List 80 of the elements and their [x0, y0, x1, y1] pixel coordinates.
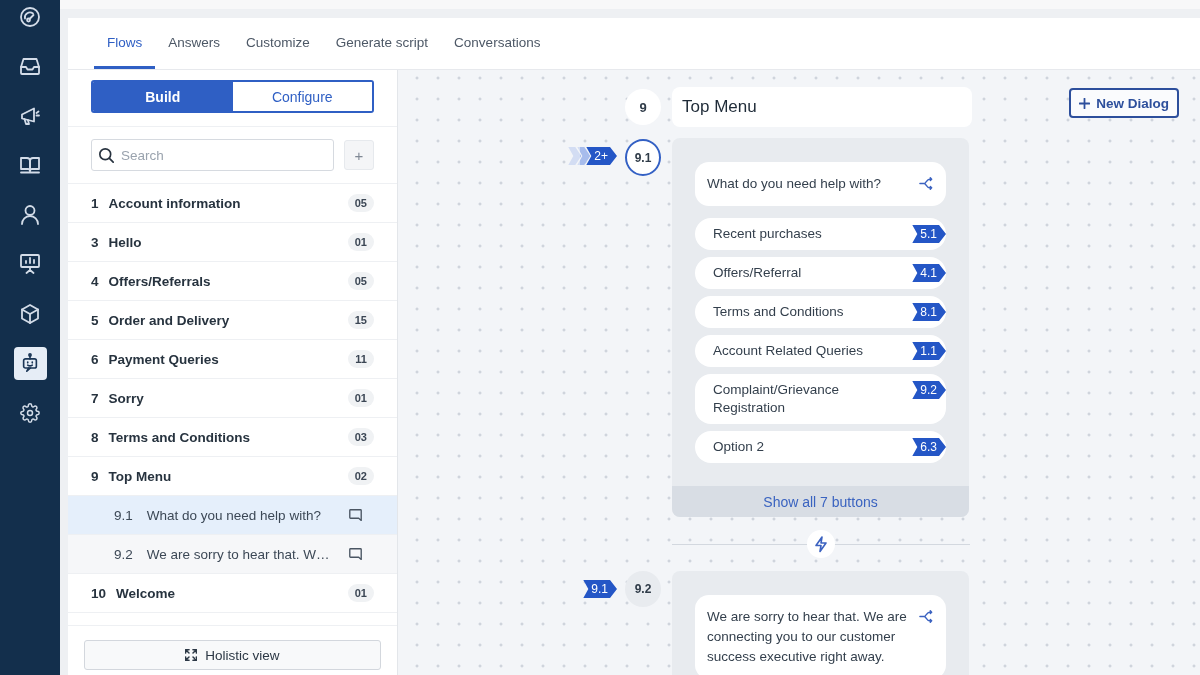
count-badge: 02 — [347, 467, 374, 485]
count-badge: 15 — [347, 311, 374, 329]
target-tag: 8.1 — [912, 303, 946, 321]
flow-name: We are sorry to hear that. W… — [146, 546, 331, 562]
flow-number: 7 — [91, 390, 99, 406]
flow-number: 9.1 — [114, 507, 133, 523]
count-badge: 11 — [348, 350, 374, 368]
target-tag: 4.1 — [912, 264, 946, 282]
reply-button[interactable]: Account Related Queries 1.1 — [695, 335, 946, 367]
flow-name: Account information — [108, 195, 242, 211]
flow-name: What do you need help with? — [146, 507, 322, 523]
target-tag: 1.1 — [912, 342, 946, 360]
gauge-icon — [20, 6, 40, 27]
count-badge: 03 — [347, 428, 374, 446]
search-icon — [99, 147, 114, 163]
reply-button[interactable]: Offers/Referral 4.1 — [695, 257, 946, 289]
incoming-tag: 2+ — [568, 147, 617, 165]
flow-number: 3 — [91, 234, 99, 250]
flow-number: 9.2 — [114, 546, 133, 562]
tab[interactable]: Conversations — [441, 18, 554, 69]
book-icon — [20, 155, 40, 175]
flow-number: 6 — [91, 351, 99, 367]
count-badge: 01 — [347, 389, 374, 407]
flow-name: Terms and Conditions — [108, 429, 252, 445]
node-number[interactable]: 9.2 — [625, 571, 661, 607]
flow-number: 4 — [91, 273, 99, 289]
flow-name: Welcome — [116, 585, 177, 601]
flow-number: 9 — [91, 468, 99, 484]
count-badge: 01 — [347, 233, 374, 251]
new-dialog-button[interactable]: New Dialog — [1069, 88, 1179, 118]
tab[interactable]: Customize — [233, 18, 323, 69]
count-badge: 05 — [347, 194, 374, 212]
target-tag: 6.3 — [912, 438, 946, 456]
node-number[interactable]: 9.1 — [625, 139, 661, 176]
flow-name: Order and Delivery — [108, 312, 231, 328]
inbox-icon — [20, 56, 40, 76]
segment-tab[interactable]: Build — [93, 82, 233, 111]
flow-name: Top Menu — [108, 468, 173, 484]
cube-icon — [20, 303, 40, 324]
flow-name: Sorry — [108, 390, 145, 406]
lightning-icon — [807, 530, 835, 558]
chat-icon — [349, 508, 362, 522]
flow-number: 1 — [91, 195, 99, 211]
megaphone-icon — [20, 105, 40, 126]
flow-number: 8 — [91, 429, 99, 445]
search-field[interactable]: Search — [91, 139, 334, 171]
message-text: We are sorry to hear that. We are connecting you to our customer success executive right away. — [707, 608, 908, 666]
message-text: What do you need help with? — [707, 175, 883, 193]
tab[interactable]: Answers — [155, 18, 234, 69]
holistic-view-button[interactable]: Holistic view — [84, 640, 381, 670]
count-badge: 01 — [347, 584, 374, 602]
flow-number: 5 — [91, 312, 99, 328]
flow-item[interactable]: 9.1 What do you need help with? — [68, 496, 397, 535]
incoming-tag: 9.1 — [583, 580, 617, 598]
presentation-board-icon — [20, 254, 40, 274]
settings-icon — [20, 402, 40, 423]
target-tag: 9.2 — [912, 381, 946, 399]
chat-icon — [349, 547, 362, 561]
flow-name: Hello — [108, 234, 143, 250]
reply-button[interactable]: Option 2 6.3 — [695, 431, 946, 463]
robot-icon — [20, 353, 40, 373]
tab[interactable]: Generate script — [322, 18, 442, 69]
node-title: Top Menu — [672, 87, 972, 127]
person-icon — [20, 204, 40, 225]
node-number: 9 — [625, 89, 661, 125]
reply-button[interactable]: Recent purchases 5.1 — [695, 218, 946, 250]
show-all-button[interactable]: Show all 7 buttons — [672, 486, 969, 517]
count-badge: 05 — [347, 272, 374, 290]
expand-icon — [185, 649, 198, 661]
branch-icon — [919, 610, 933, 623]
target-tag: 5.1 — [912, 225, 946, 243]
flow-number: 10 — [91, 585, 107, 601]
flow-name: Offers/Referrals — [108, 273, 212, 289]
reply-button[interactable]: Terms and Conditions 8.1 — [695, 296, 946, 328]
flow-name: Payment Queries — [108, 351, 220, 367]
branch-icon — [919, 177, 933, 190]
plus-icon — [1079, 97, 1091, 109]
flow-item[interactable]: 9.2 We are sorry to hear that. W… — [68, 535, 397, 574]
nav-button[interactable] — [13, 346, 47, 380]
reply-button[interactable]: Complaint/Grievance Registration 9.2 — [695, 374, 946, 424]
